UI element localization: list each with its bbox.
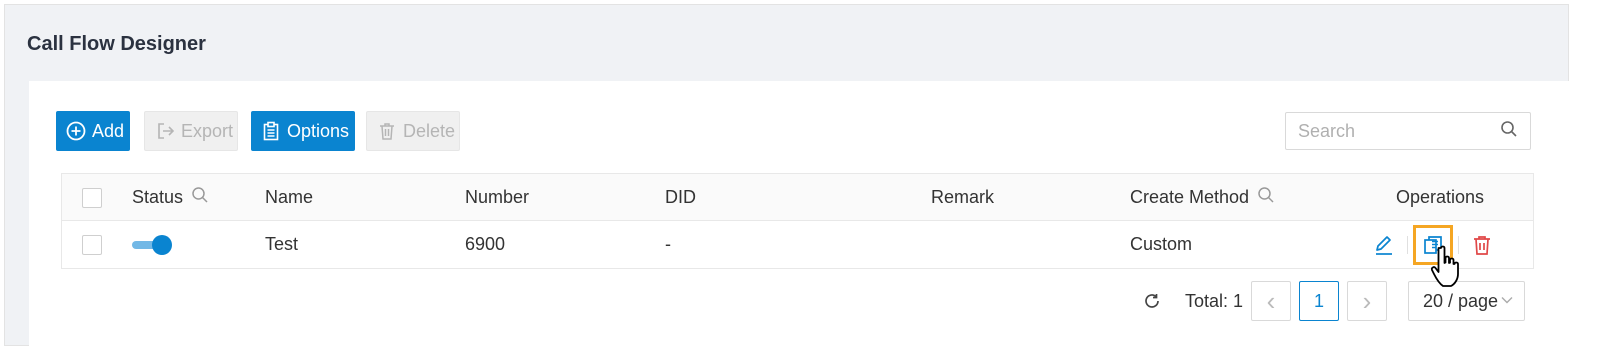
export-button[interactable]: Export: [144, 111, 238, 151]
select-all-checkbox[interactable]: [82, 187, 102, 208]
delete-button-label: Delete: [403, 120, 456, 141]
page-size-select[interactable]: 20 / page: [1408, 281, 1525, 321]
toggle-knob: [152, 234, 172, 255]
row-did: -: [665, 234, 671, 254]
row-checkbox[interactable]: [82, 234, 102, 255]
search-input-wrapper[interactable]: [1285, 112, 1531, 150]
row-select-cell: [82, 221, 102, 268]
chevron-left-icon: ‹: [1266, 286, 1276, 316]
total-count: Total: 1: [1185, 290, 1244, 311]
select-all-cell: [82, 174, 102, 221]
page-size-value: 20 / page: [1423, 290, 1499, 311]
column-did: DID: [665, 187, 696, 207]
app-frame: Call Flow Designer Add Export Options De…: [4, 4, 1569, 347]
table-header-row: Status Name Number DID Remark Create Met…: [62, 174, 1533, 221]
column-status-label: Status: [132, 187, 184, 207]
call-flow-table: Status Name Number DID Remark Create Met…: [61, 173, 1534, 269]
content-card: Add Export Options Delete Search Status …: [29, 81, 1569, 347]
add-button-label: Add: [92, 120, 125, 141]
trash-icon: [377, 121, 397, 141]
refresh-icon[interactable]: [1143, 281, 1161, 321]
export-icon: [155, 121, 175, 141]
clipboard-icon: [261, 121, 281, 141]
column-remark: Remark: [931, 187, 995, 207]
plus-circle-icon: [66, 121, 86, 141]
column-create-method: Create Method: [1130, 174, 1275, 221]
chevron-right-icon: ›: [1362, 286, 1372, 316]
create-method-filter-search-icon[interactable]: [1257, 186, 1275, 209]
edit-icon[interactable]: [1366, 227, 1402, 263]
column-number: Number: [465, 187, 530, 207]
status-filter-search-icon[interactable]: [191, 186, 209, 209]
delete-row-icon[interactable]: [1464, 227, 1500, 263]
next-page-button[interactable]: ›: [1347, 281, 1387, 321]
search-icon[interactable]: [1500, 120, 1518, 143]
export-button-label: Export: [181, 120, 234, 141]
chevron-down-icon: [1500, 291, 1514, 312]
divider: [1407, 235, 1408, 254]
status-toggle[interactable]: [132, 234, 172, 255]
add-button[interactable]: Add: [56, 111, 130, 151]
page-1-button[interactable]: 1: [1299, 281, 1339, 321]
row-create-method: Custom: [1130, 234, 1193, 254]
row-name: Test: [265, 234, 299, 254]
row-number: 6900: [465, 234, 506, 254]
search-input[interactable]: [1298, 120, 1500, 142]
status-cell: [132, 221, 172, 268]
prev-page-button[interactable]: ‹: [1251, 281, 1291, 321]
page-title: Call Flow Designer: [27, 33, 206, 55]
column-operations: Operations: [1396, 187, 1485, 207]
column-create-method-label: Create Method: [1130, 187, 1250, 207]
row-operations: [1366, 221, 1500, 268]
divider: [1458, 235, 1459, 254]
options-button[interactable]: Options: [251, 111, 355, 151]
copy-icon[interactable]: [1413, 224, 1453, 265]
column-name: Name: [265, 187, 314, 207]
table-row: Test 6900 - Custom: [62, 221, 1533, 268]
column-status: Status: [132, 174, 209, 221]
options-button-label: Options: [287, 120, 350, 141]
delete-button[interactable]: Delete: [366, 111, 460, 151]
